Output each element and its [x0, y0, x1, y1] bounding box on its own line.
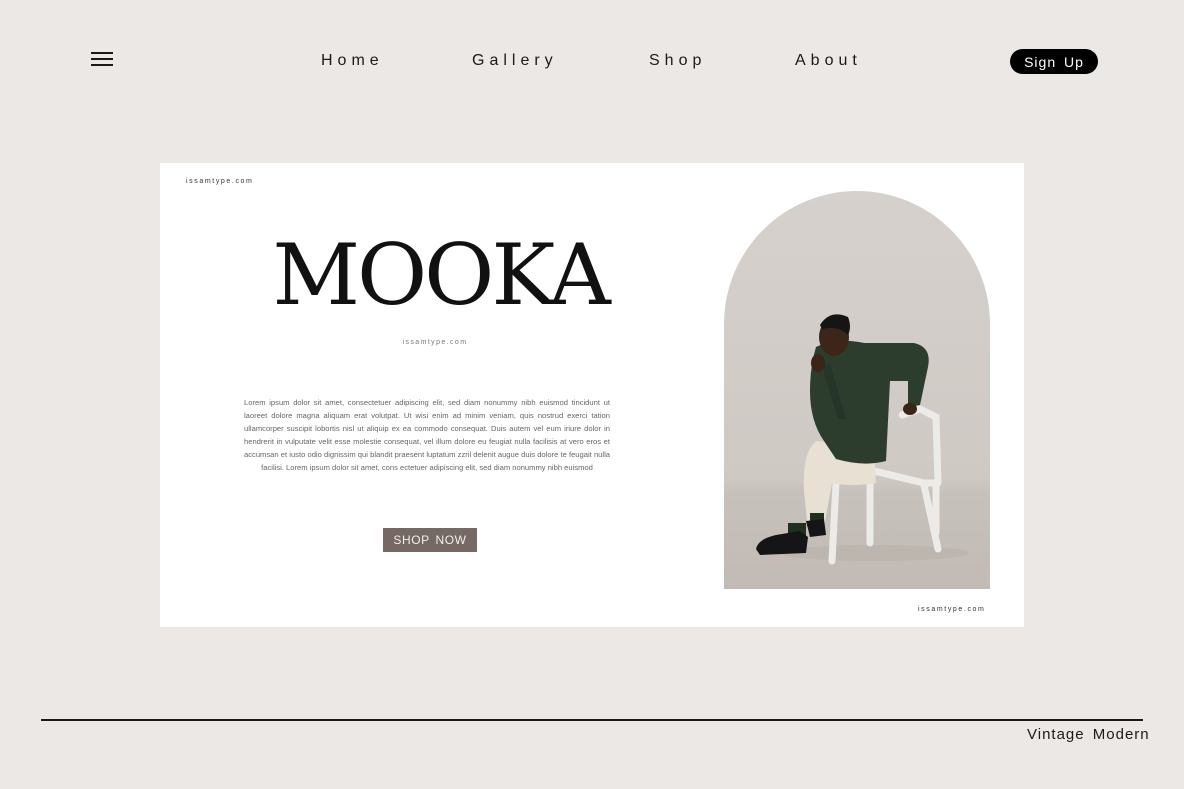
- hero-body-text: Lorem ipsum dolor sit amet, consectetuer…: [244, 398, 610, 473]
- nav-about[interactable]: About: [795, 52, 862, 70]
- menu-bar: [91, 58, 113, 60]
- model-photo: [724, 191, 990, 589]
- shoe: [806, 519, 826, 537]
- footer-tagline: Vintage Modern: [1027, 726, 1150, 743]
- nav-shop[interactable]: Shop: [649, 52, 706, 70]
- jacket: [810, 340, 929, 464]
- seated-man-illustration: [756, 314, 969, 565]
- brand-subtitle: issamtype.com: [402, 339, 468, 346]
- menu-bar: [91, 52, 113, 54]
- hand: [811, 354, 825, 372]
- shoe: [756, 531, 808, 555]
- site-url-top: issamtype.com: [186, 178, 254, 185]
- site-url-bottom: issamtype.com: [918, 606, 986, 613]
- sign-up-button[interactable]: Sign Up: [1010, 49, 1098, 74]
- menu-bar: [91, 64, 113, 66]
- nav-home[interactable]: Home: [321, 52, 384, 70]
- nav-gallery[interactable]: Gallery: [472, 52, 558, 70]
- footer-divider: [41, 719, 1143, 721]
- hero-card: issamtype.com MOOKA issamtype.com Lorem …: [160, 163, 1024, 627]
- shop-now-button[interactable]: SHOP NOW: [383, 528, 477, 552]
- hand: [903, 403, 917, 415]
- brand-title: MOOKA: [272, 226, 610, 324]
- hamburger-menu-icon[interactable]: [91, 52, 113, 68]
